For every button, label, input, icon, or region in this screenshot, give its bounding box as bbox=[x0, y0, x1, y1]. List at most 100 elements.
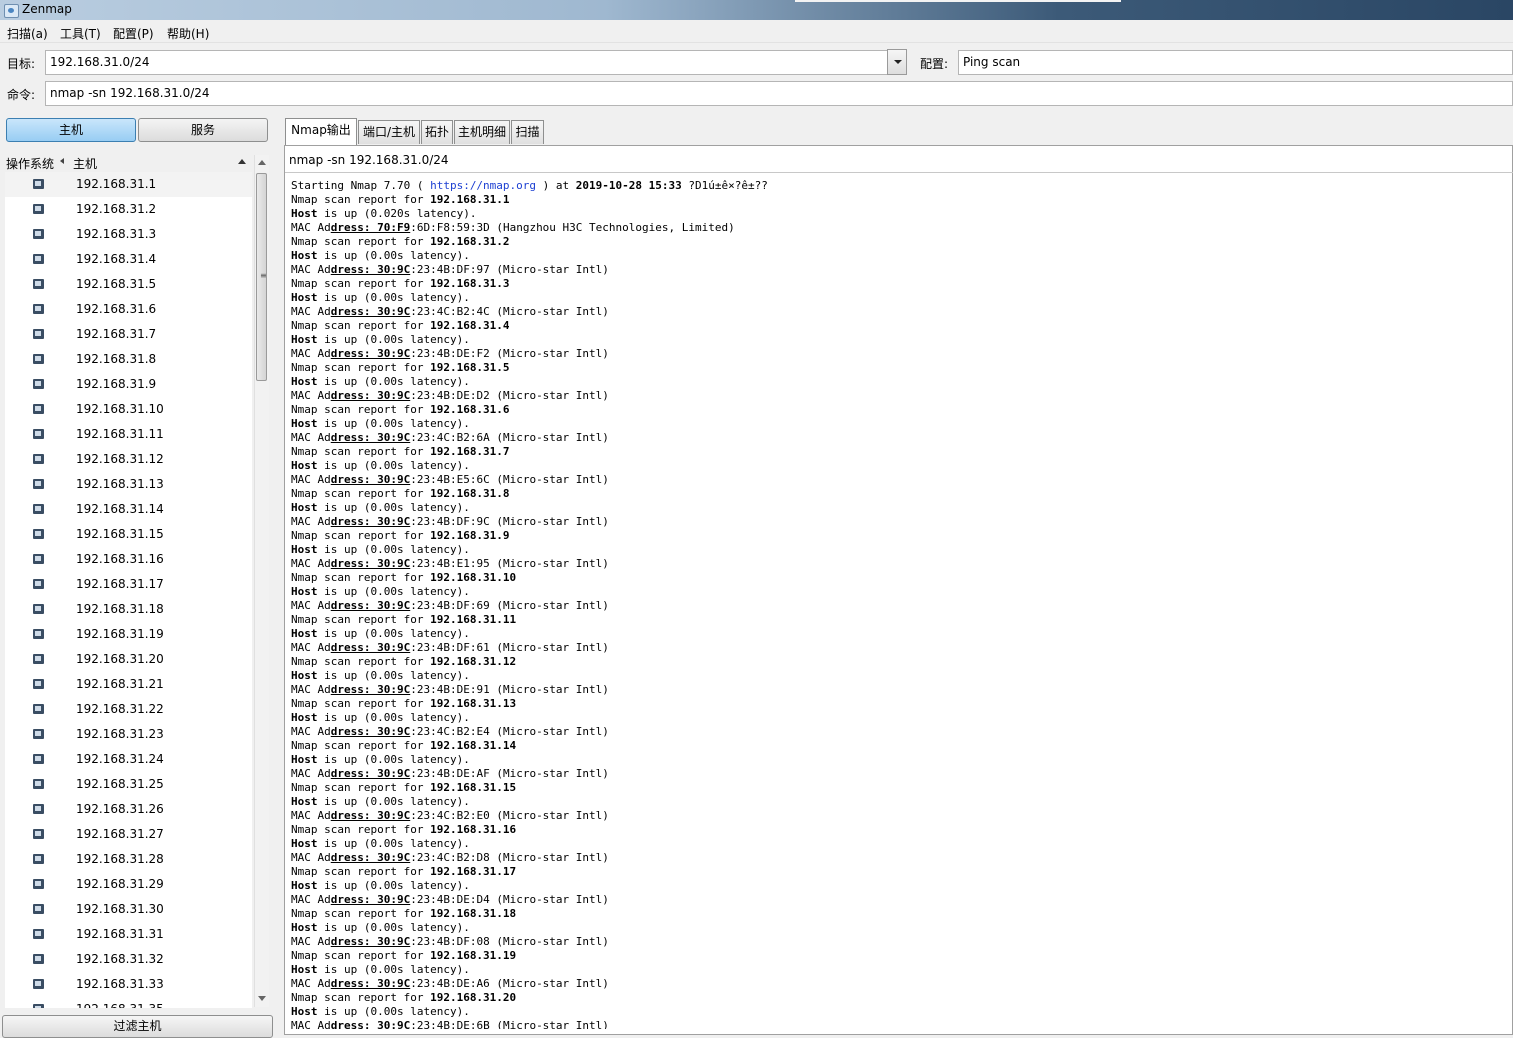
output-line: Nmap scan report for 192.168.31.10 bbox=[291, 571, 1506, 585]
host-list-item[interactable]: 192.168.31.33 bbox=[5, 972, 252, 997]
host-list-item[interactable]: 192.168.31.18 bbox=[5, 597, 252, 622]
output-segment: Nmap scan report for bbox=[291, 319, 431, 332]
profile-select[interactable]: Ping scan bbox=[958, 50, 1513, 75]
host-list-item[interactable]: 192.168.31.27 bbox=[5, 822, 252, 847]
host-list-item[interactable]: 192.168.31.28 bbox=[5, 847, 252, 872]
host-list-item[interactable]: 192.168.31.25 bbox=[5, 772, 252, 797]
target-dropdown-button[interactable] bbox=[887, 49, 907, 75]
report-host-ip: 192.168.31.13 bbox=[430, 697, 517, 710]
report-host-ip: 192.168.31.9 bbox=[430, 529, 510, 542]
column-resize-arrow-icon bbox=[60, 158, 64, 164]
host-list-item[interactable]: 192.168.31.35 bbox=[5, 997, 252, 1008]
tab-scans[interactable]: 扫描 bbox=[511, 120, 544, 144]
output-line: Host is up (0.00s latency). bbox=[291, 417, 1506, 431]
host-list-scrollbar[interactable]: ≡ bbox=[254, 155, 269, 1007]
output-line: MAC Address: 30:9C:23:4B:DE:91 (Micro-st… bbox=[291, 683, 1506, 697]
command-input[interactable]: nmap -sn 192.168.31.0/24 bbox=[45, 81, 1513, 106]
output-segment: Host bbox=[291, 921, 318, 934]
host-list-item[interactable]: 192.168.31.14 bbox=[5, 497, 252, 522]
menu-profile[interactable]: 配置(P) bbox=[113, 25, 154, 42]
output-line: Host is up (0.00s latency). bbox=[291, 963, 1506, 977]
output-segment: Nmap scan report for bbox=[291, 403, 431, 416]
output-segment: is up (0.00s latency). bbox=[317, 627, 470, 640]
host-list-item[interactable]: 192.168.31.32 bbox=[5, 947, 252, 972]
output-segment: :23:4C:B2:E0 (Micro-star Intl) bbox=[410, 809, 609, 822]
menu-help[interactable]: 帮助(H) bbox=[167, 25, 209, 42]
host-list-item[interactable]: 192.168.31.21 bbox=[5, 672, 252, 697]
host-os-icon bbox=[33, 729, 44, 739]
host-list-item[interactable]: 192.168.31.24 bbox=[5, 747, 252, 772]
output-line: Nmap scan report for 192.168.31.5 bbox=[291, 361, 1506, 375]
host-list-item[interactable]: 192.168.31.31 bbox=[5, 922, 252, 947]
host-list-item[interactable]: 192.168.31.26 bbox=[5, 797, 252, 822]
host-os-icon bbox=[33, 679, 44, 689]
output-line: MAC Address: 30:9C:23:4C:B2:4C (Micro-st… bbox=[291, 305, 1506, 319]
host-ip-label: 192.168.31.33 bbox=[76, 977, 164, 991]
host-list-item[interactable]: 192.168.31.4 bbox=[5, 247, 252, 272]
output-segment: MAC Ad bbox=[291, 809, 331, 822]
output-command-select[interactable]: nmap -sn 192.168.31.0/24 bbox=[285, 146, 1513, 173]
host-list-item[interactable]: 192.168.31.16 bbox=[5, 547, 252, 572]
host-list-item[interactable]: 192.168.31.22 bbox=[5, 697, 252, 722]
host-list-item[interactable]: 192.168.31.10 bbox=[5, 397, 252, 422]
host-list-item[interactable]: 192.168.31.20 bbox=[5, 647, 252, 672]
output-line: MAC Address: 30:9C:23:4C:B2:E4 (Micro-st… bbox=[291, 725, 1506, 739]
host-list-item[interactable]: 192.168.31.2 bbox=[5, 197, 252, 222]
host-list-item[interactable]: 192.168.31.7 bbox=[5, 322, 252, 347]
output-line: Starting Nmap 7.70 ( https://nmap.org ) … bbox=[291, 179, 1506, 193]
os-column-header[interactable]: 操作系统 bbox=[6, 155, 54, 172]
tab-ports-hosts[interactable]: 端口/主机 bbox=[358, 120, 420, 144]
host-ip-label: 192.168.31.2 bbox=[76, 202, 157, 216]
host-list-item[interactable]: 192.168.31.6 bbox=[5, 297, 252, 322]
host-list-item[interactable]: 192.168.31.15 bbox=[5, 522, 252, 547]
host-list-item[interactable]: 192.168.31.30 bbox=[5, 897, 252, 922]
output-segment: :23:4B:DF:97 (Micro-star Intl) bbox=[410, 263, 609, 276]
output-segment: Nmap scan report for bbox=[291, 739, 431, 752]
scroll-grip-icon: ≡ bbox=[260, 271, 267, 280]
tab-host-details[interactable]: 主机明细 bbox=[454, 120, 510, 144]
host-list-item[interactable]: 192.168.31.19 bbox=[5, 622, 252, 647]
host-os-icon bbox=[33, 329, 44, 339]
host-list-item[interactable]: 192.168.31.13 bbox=[5, 472, 252, 497]
hosts-view-button[interactable]: 主机 bbox=[6, 118, 136, 142]
host-os-icon bbox=[33, 954, 44, 964]
host-list-item[interactable]: 192.168.31.11 bbox=[5, 422, 252, 447]
output-segment: MAC Ad bbox=[291, 515, 331, 528]
menu-scan[interactable]: 扫描(a) bbox=[7, 25, 48, 42]
host-ip-label: 192.168.31.3 bbox=[76, 227, 157, 241]
mac-address-prefix: dress: 30:9C bbox=[330, 599, 411, 612]
output-segment: Host bbox=[291, 501, 318, 514]
report-host-ip: 192.168.31.14 bbox=[430, 739, 517, 752]
host-list-item[interactable]: 192.168.31.17 bbox=[5, 572, 252, 597]
host-os-icon bbox=[33, 454, 44, 464]
output-line: MAC Address: 30:9C:23:4B:E5:6C (Micro-st… bbox=[291, 473, 1506, 487]
output-line: Host is up (0.00s latency). bbox=[291, 375, 1506, 389]
target-input[interactable]: 192.168.31.0/24 bbox=[45, 50, 888, 75]
host-list-item[interactable]: 192.168.31.23 bbox=[5, 722, 252, 747]
filter-hosts-button[interactable]: 过滤主机 bbox=[2, 1015, 273, 1038]
tab-nmap-output[interactable]: Nmap输出 bbox=[285, 118, 357, 145]
output-line: MAC Address: 30:9C:23:4B:DF:97 (Micro-st… bbox=[291, 263, 1506, 277]
host-ip-label: 192.168.31.19 bbox=[76, 627, 164, 641]
output-segment: ?D1ú±ê×?ê±?? bbox=[681, 179, 768, 192]
host-column-header[interactable]: 主机 bbox=[73, 155, 97, 172]
output-line: Host is up (0.00s latency). bbox=[291, 837, 1506, 851]
host-list-item[interactable]: 192.168.31.29 bbox=[5, 872, 252, 897]
scroll-down-icon[interactable] bbox=[258, 996, 266, 1001]
host-list-item[interactable]: 192.168.31.9 bbox=[5, 372, 252, 397]
output-line: Nmap scan report for 192.168.31.14 bbox=[291, 739, 1506, 753]
host-list-item[interactable]: 192.168.31.5 bbox=[5, 272, 252, 297]
host-list-item[interactable]: 192.168.31.1 bbox=[5, 172, 252, 197]
output-line: Host is up (0.00s latency). bbox=[291, 711, 1506, 725]
host-list-item[interactable]: 192.168.31.12 bbox=[5, 447, 252, 472]
scroll-thumb[interactable]: ≡ bbox=[256, 173, 267, 381]
menu-tools[interactable]: 工具(T) bbox=[60, 25, 101, 42]
report-host-ip: 192.168.31.8 bbox=[430, 487, 510, 500]
nmap-output-text[interactable]: Starting Nmap 7.70 ( https://nmap.org ) … bbox=[291, 179, 1506, 1029]
host-list-item[interactable]: 192.168.31.8 bbox=[5, 347, 252, 372]
services-view-button[interactable]: 服务 bbox=[138, 118, 268, 142]
scroll-up-icon[interactable] bbox=[258, 160, 266, 165]
tab-topology[interactable]: 拓扑 bbox=[421, 120, 453, 144]
host-list-item[interactable]: 192.168.31.3 bbox=[5, 222, 252, 247]
host-os-icon bbox=[33, 529, 44, 539]
